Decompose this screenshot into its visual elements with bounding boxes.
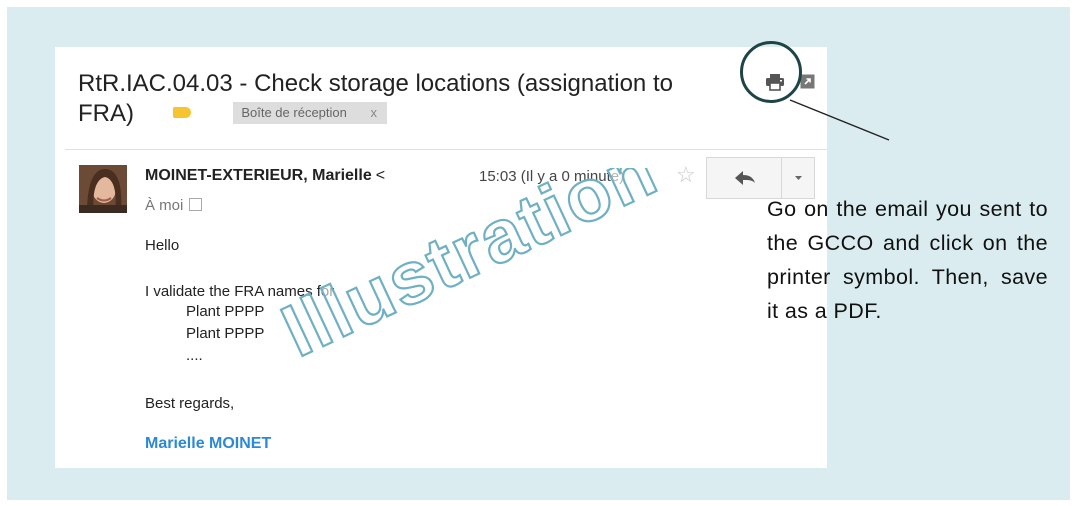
- label-tag-icon[interactable]: [172, 107, 191, 119]
- sender-name-text: MOINET-EXTERIEUR, Marielle: [145, 167, 372, 184]
- recipient-text: À moi: [145, 197, 184, 214]
- email-subject-continued: FRA) Boîte de réception x: [78, 99, 387, 129]
- instruction-text: Go on the email you sent to the GCCO and…: [767, 197, 1048, 323]
- open-in-new-window-icon[interactable]: [800, 74, 815, 89]
- body-closing: Best regards,: [145, 395, 235, 412]
- email-subject: RtR.IAC.04.03 - Check storage locations …: [78, 69, 738, 99]
- email-signature: Marielle MOINET: [145, 435, 272, 452]
- body-line-3: Plant PPPP: [186, 325, 265, 342]
- recipient-line[interactable]: À moi: [145, 197, 203, 214]
- star-icon[interactable]: ☆: [676, 163, 696, 187]
- body-line-1: I validate the FRA names for: [145, 283, 335, 300]
- remove-label-button[interactable]: x: [371, 105, 378, 120]
- email-card: RtR.IAC.04.03 - Check storage locations …: [55, 41, 827, 468]
- subject-line-2: FRA): [78, 100, 134, 127]
- body-greeting: Hello: [145, 237, 180, 254]
- sender-email-bracket: <: [375, 167, 386, 184]
- body-line-2: Plant PPPP: [186, 303, 265, 320]
- inbox-label-text: Boîte de réception: [241, 104, 347, 120]
- inbox-label-chip[interactable]: Boîte de réception x: [233, 101, 387, 124]
- sender-avatar: [79, 165, 127, 213]
- sender-name[interactable]: MOINET-EXTERIEUR, Marielle <: [145, 167, 385, 185]
- email-timestamp: 15:03 (Il y a 0 minute): [479, 168, 625, 185]
- subject-line-1: RtR.IAC.04.03 - Check storage locations …: [78, 70, 673, 97]
- recipient-details-dropdown-icon[interactable]: [189, 198, 203, 211]
- body-line-4: ....: [186, 347, 203, 364]
- header-divider: [65, 149, 827, 150]
- printer-callout-circle: [740, 41, 802, 103]
